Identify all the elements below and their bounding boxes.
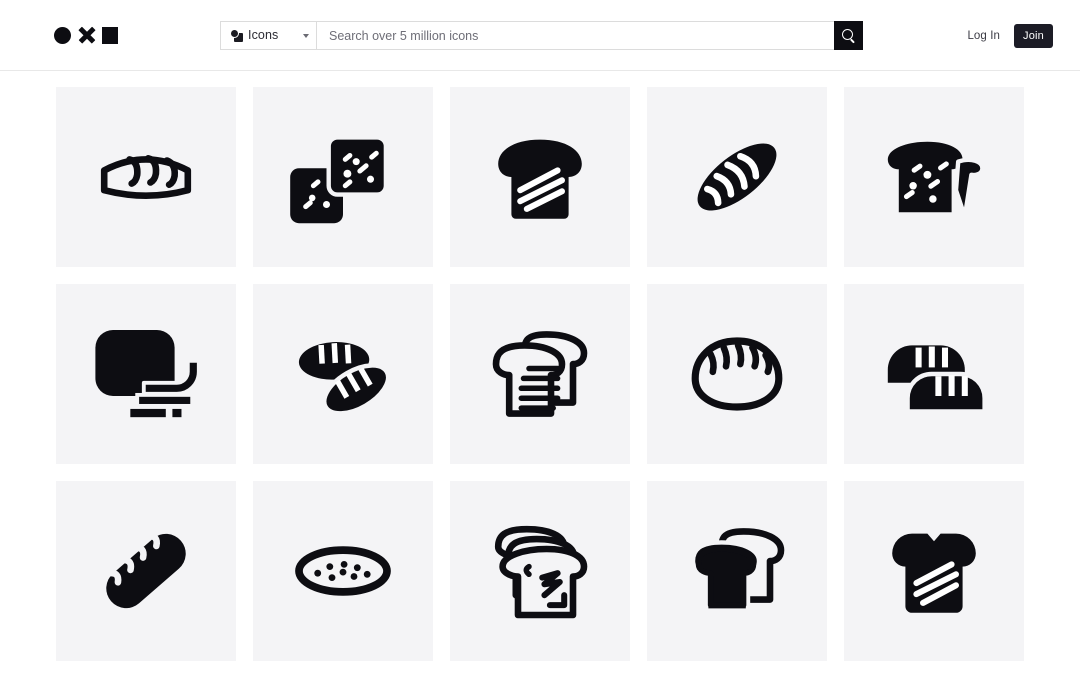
baguette-diagonal-solid-icon	[697, 143, 777, 211]
icon-tile-bread-stack-rounded[interactable]	[56, 284, 236, 464]
two-loaves-stacked-solid-icon	[887, 345, 987, 414]
icon-tile-baguette-diagonal[interactable]	[647, 87, 827, 267]
icon-tile-two-bread-slices-filled[interactable]	[647, 481, 827, 661]
bread-loaf-outline-icon	[100, 155, 192, 199]
icon-tile-baguette-thick-diagonal[interactable]	[56, 481, 236, 661]
seeded-oval-bread-outline-icon	[295, 546, 391, 596]
icon-tile-two-bread-slices-lined[interactable]	[450, 284, 630, 464]
search-input-wrapper[interactable]	[316, 21, 834, 50]
icon-tile-round-bread-roll-outline[interactable]	[647, 284, 827, 464]
search-input[interactable]	[329, 28, 822, 43]
baguette-thick-diagonal-solid-icon	[106, 532, 186, 609]
site-header: Icons Log In Join	[0, 0, 1080, 71]
bread-slice-striped-solid-icon	[498, 139, 582, 219]
brand-logo[interactable]	[54, 24, 118, 46]
icons-category-glyph-icon	[230, 29, 243, 42]
logo-square-icon	[102, 26, 118, 44]
two-seeded-bread-slices-solid-icon	[290, 135, 389, 224]
category-dropdown-label: Icons	[248, 28, 279, 43]
icon-tile-bread-slice-striped-alt[interactable]	[844, 481, 1024, 661]
search-bar: Icons	[220, 21, 863, 50]
logo-x-icon	[78, 27, 95, 44]
icon-tile-seeded-oval-bread-outline[interactable]	[253, 481, 433, 661]
log-in-link[interactable]: Log In	[967, 30, 1000, 42]
icon-tile-two-loaves-stacked[interactable]	[844, 284, 1024, 464]
icon-tile-bread-slice-with-crust-piece[interactable]	[844, 87, 1024, 267]
round-bread-roll-outline-icon	[691, 337, 783, 411]
icon-tile-three-bread-slices-zigzag[interactable]	[450, 481, 630, 661]
bread-stack-rounded-solid-icon	[95, 330, 201, 422]
two-loaves-solid-icon	[298, 342, 391, 416]
icon-tile-two-loaves[interactable]	[253, 284, 433, 464]
auth-actions: Log In Join	[967, 21, 1053, 50]
icon-tile-two-seeded-bread-slices[interactable]	[253, 87, 433, 267]
search-icon	[842, 29, 855, 42]
bread-slice-with-crust-piece-icon	[887, 141, 985, 219]
icon-results-grid	[56, 71, 1080, 661]
two-bread-slices-filled-icon	[690, 528, 785, 613]
logo-circle-icon	[54, 26, 71, 44]
category-dropdown[interactable]: Icons	[220, 21, 316, 50]
icon-tile-bread-slice-striped[interactable]	[450, 87, 630, 267]
search-submit-button[interactable]	[834, 21, 863, 50]
three-bread-slices-zigzag-icon	[494, 525, 588, 619]
chevron-down-icon	[303, 33, 309, 38]
bread-slice-striped-solid-alt-icon	[892, 533, 976, 613]
two-bread-slices-lined-outline-icon	[492, 331, 588, 417]
icon-tile-bread-loaf-outline[interactable]	[56, 87, 236, 267]
join-button[interactable]: Join	[1014, 23, 1053, 48]
